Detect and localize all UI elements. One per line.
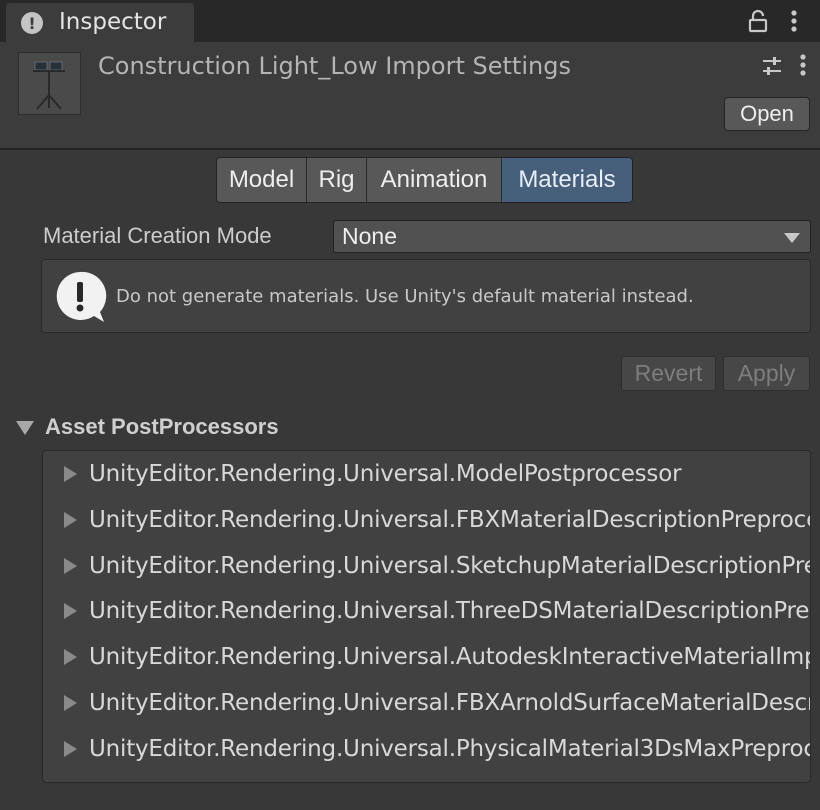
list-item[interactable]: UnityEditor.Rendering.Universal.Sketchup… — [64, 551, 811, 581]
foldout-collapsed-icon — [64, 558, 77, 574]
foldout-collapsed-icon — [64, 649, 77, 665]
info-bubble-icon — [56, 271, 107, 322]
tab-materials[interactable]: Materials — [502, 158, 632, 202]
list-item-label: UnityEditor.Rendering.Universal.ThreeDSM… — [89, 598, 810, 624]
help-message: Do not generate materials. Use Unity's d… — [116, 286, 694, 307]
foldout-expanded-icon — [16, 421, 34, 435]
inspector-window: ! Inspector Construction Light_Low Impor… — [0, 0, 820, 810]
list-item-label: UnityEditor.Rendering.Universal.Physical… — [89, 736, 811, 762]
apply-button[interactable]: Apply — [723, 356, 810, 391]
list-item[interactable]: UnityEditor.Rendering.Universal.ThreeDSM… — [64, 596, 810, 626]
open-button[interactable]: Open — [724, 97, 810, 131]
asset-header: Construction Light_Low Import Settings O… — [0, 42, 820, 148]
foldout-collapsed-icon — [64, 695, 77, 711]
tab-model[interactable]: Model — [217, 158, 307, 202]
foldout-collapsed-icon — [64, 741, 77, 757]
list-item[interactable]: UnityEditor.Rendering.Universal.FBXArnol… — [64, 688, 810, 718]
foldout-collapsed-icon — [64, 466, 77, 482]
list-item[interactable]: UnityEditor.Rendering.Universal.Physical… — [64, 734, 811, 764]
help-box: Do not generate materials. Use Unity's d… — [41, 259, 811, 333]
tab-title: Inspector — [59, 9, 167, 35]
construction-light-icon — [33, 61, 65, 110]
list-item-label: UnityEditor.Rendering.Universal.ModelPos… — [89, 461, 682, 487]
tab-inspector[interactable]: ! Inspector — [6, 3, 194, 43]
material-creation-mode-dropdown[interactable]: None — [333, 220, 811, 253]
asset-preview-thumbnail — [18, 52, 81, 115]
chevron-down-icon — [784, 233, 800, 243]
postprocessors-header: Asset PostProcessors — [45, 414, 279, 439]
tab-rig[interactable]: Rig — [307, 158, 367, 202]
more-options-icon[interactable] — [796, 52, 810, 80]
preset-sliders-icon[interactable] — [760, 54, 784, 78]
list-item-label: UnityEditor.Rendering.Universal.FBXMater… — [89, 507, 811, 533]
list-item[interactable]: UnityEditor.Rendering.Universal.ModelPos… — [64, 459, 682, 489]
divider — [0, 148, 820, 150]
material-creation-mode-label: Material Creation Mode — [43, 223, 272, 248]
dropdown-value: None — [342, 223, 397, 249]
more-options-icon[interactable] — [786, 8, 802, 36]
revert-button[interactable]: Revert — [621, 356, 716, 391]
tab-animation[interactable]: Animation — [367, 158, 502, 202]
lock-icon[interactable] — [746, 9, 770, 33]
list-item-label: UnityEditor.Rendering.Universal.Sketchup… — [89, 553, 811, 579]
postprocessors-list: UnityEditor.Rendering.Universal.ModelPos… — [42, 450, 811, 783]
tab-bar: ! Inspector — [0, 0, 820, 43]
list-item-label: UnityEditor.Rendering.Universal.FBXArnol… — [89, 690, 810, 716]
list-item[interactable]: UnityEditor.Rendering.Universal.FBXMater… — [64, 505, 811, 535]
foldout-collapsed-icon — [64, 603, 77, 619]
asset-title: Construction Light_Low Import Settings — [98, 52, 571, 80]
importer-tab-bar: Model Rig Animation Materials — [216, 157, 633, 203]
foldout-collapsed-icon — [64, 512, 77, 528]
info-icon: ! — [21, 12, 43, 34]
postprocessors-foldout[interactable]: Asset PostProcessors — [16, 414, 279, 440]
list-item[interactable]: UnityEditor.Rendering.Universal.Autodesk… — [64, 642, 811, 672]
list-item-label: UnityEditor.Rendering.Universal.Autodesk… — [89, 644, 811, 670]
